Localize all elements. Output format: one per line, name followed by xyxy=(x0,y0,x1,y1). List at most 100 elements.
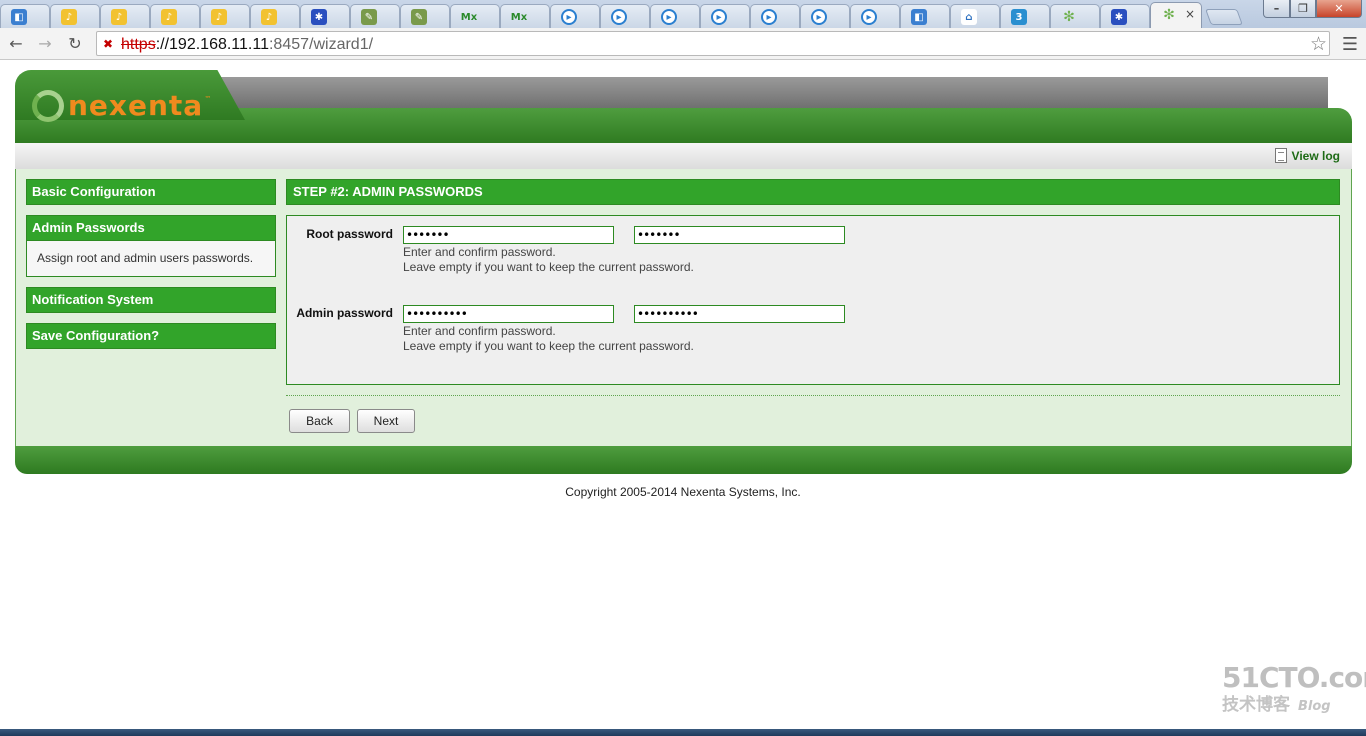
view-log-link[interactable]: View log xyxy=(1274,148,1340,163)
browser-tab[interactable]: ▸ xyxy=(650,4,700,28)
play-icon: ▸ xyxy=(561,9,577,25)
sidebar-item-label: Save Configuration? xyxy=(27,324,275,348)
browser-tab[interactable]: ◧ xyxy=(900,4,950,28)
sidebar-item-label: Admin Passwords xyxy=(27,216,275,240)
paw-icon: ✱ xyxy=(1111,9,1127,25)
sidebar-item-notification-system[interactable]: Notification System xyxy=(26,287,276,313)
root-password-hint-1: Enter and confirm password. xyxy=(403,245,556,259)
notepad-icon: ✎ xyxy=(361,9,377,25)
play-icon: ▸ xyxy=(861,9,877,25)
tabs: ◧ ♪ ♪ ♪ ♪ ♪ ✱ ✎ ✎ Mx Mx ▸ ▸ ▸ ▸ ▸ ▸ ▸ ◧ … xyxy=(0,2,1243,28)
logo-trademark: ™ xyxy=(204,94,212,103)
browser-tab[interactable]: ✱ xyxy=(1100,4,1150,28)
os-taskbar xyxy=(0,729,1366,736)
admin-password-label: Admin password xyxy=(296,306,393,320)
bell-icon: ♪ xyxy=(161,9,177,25)
insecure-lock-icon[interactable]: ✖ xyxy=(103,37,117,51)
bell-icon: ♪ xyxy=(111,9,127,25)
window-controls: – ❐ ✕ xyxy=(1263,0,1362,18)
finder-icon: ◧ xyxy=(911,9,927,25)
browser-tab[interactable]: ▸ xyxy=(750,4,800,28)
browser-tab[interactable]: ⌂ xyxy=(950,4,1000,28)
play-icon: ▸ xyxy=(661,9,677,25)
url-text[interactable]: https://192.168.11.11:8457/wizard1/ xyxy=(121,36,373,54)
browser-tab[interactable]: ♪ xyxy=(150,4,200,28)
browser-tab[interactable]: 3 xyxy=(1000,4,1050,28)
view-log-bar: View log xyxy=(15,143,1352,169)
browser-tab[interactable]: Mx xyxy=(500,4,550,28)
browser-tab[interactable]: ✎ xyxy=(350,4,400,28)
play-icon: ▸ xyxy=(611,9,627,25)
logo-text: nexenta xyxy=(68,89,204,122)
browser-tab[interactable]: ♪ xyxy=(100,4,150,28)
admin-password-hint-1: Enter and confirm password. xyxy=(403,324,556,338)
nexenta-logo-icon xyxy=(32,89,64,122)
admin-password-confirm-input[interactable] xyxy=(634,305,845,323)
root-password-label: Root password xyxy=(306,227,393,241)
root-password-input[interactable] xyxy=(403,226,614,244)
next-button[interactable]: Next xyxy=(357,409,415,433)
admin-password-hint-2: Leave empty if you want to keep the curr… xyxy=(403,339,694,353)
browser-tab[interactable]: ▸ xyxy=(550,4,600,28)
browser-tab[interactable]: ✻ xyxy=(1050,4,1100,28)
root-password-hint-2: Leave empty if you want to keep the curr… xyxy=(403,260,694,274)
browser-tab[interactable]: ♪ xyxy=(200,4,250,28)
mx-icon: Mx xyxy=(510,11,528,23)
back-button[interactable]: Back xyxy=(289,409,350,433)
sidebar-item-label: Basic Configuration xyxy=(27,180,275,204)
nexenta-icon: ✻ xyxy=(1163,7,1175,23)
new-tab-button[interactable] xyxy=(1205,9,1243,25)
browser-tab[interactable]: ▸ xyxy=(850,4,900,28)
bell-icon: ♪ xyxy=(211,9,227,25)
minimize-icon[interactable]: – xyxy=(1263,0,1290,18)
nexenta-logo: nexenta ™ xyxy=(32,89,211,122)
step-title: STEP #2: ADMIN PASSWORDS xyxy=(286,179,1340,205)
forward-arrow-icon[interactable]: → xyxy=(35,34,55,54)
play-icon: ▸ xyxy=(711,9,727,25)
admin-password-input[interactable] xyxy=(403,305,614,323)
sidebar-item-description: Assign root and admin users passwords. xyxy=(27,240,275,276)
footer-green-band xyxy=(15,446,1352,474)
home-icon: ⌂ xyxy=(961,9,977,25)
app-icon: 3 xyxy=(1011,9,1027,25)
bookmark-star-icon[interactable]: ☆ xyxy=(1310,33,1327,55)
browser-tab-active[interactable]: ✻ × xyxy=(1150,2,1202,28)
finder-icon: ◧ xyxy=(11,9,27,25)
browser-tab[interactable]: ▸ xyxy=(800,4,850,28)
reload-icon[interactable]: ↻ xyxy=(65,34,85,54)
play-icon: ▸ xyxy=(811,9,827,25)
copyright-text: Copyright 2005-2014 Nexenta Systems, Inc… xyxy=(565,485,801,499)
bell-icon: ♪ xyxy=(61,9,77,25)
browser-tab[interactable]: ✱ xyxy=(300,4,350,28)
sidebar-item-basic-configuration[interactable]: Basic Configuration xyxy=(26,179,276,205)
maximize-icon[interactable]: ❐ xyxy=(1290,0,1316,18)
browser-tab[interactable]: ▸ xyxy=(700,4,750,28)
close-icon[interactable]: ✕ xyxy=(1316,0,1362,18)
root-password-confirm-input[interactable] xyxy=(634,226,845,244)
bell-icon: ♪ xyxy=(261,9,277,25)
browser-tab[interactable]: ◧ xyxy=(0,4,50,28)
view-log-label: View log xyxy=(1291,148,1340,163)
header-dark-band xyxy=(200,77,1328,111)
browser-tab[interactable]: Mx xyxy=(450,4,500,28)
nexenta-icon: ✻ xyxy=(1063,9,1075,25)
browser-tab[interactable]: ♪ xyxy=(50,4,100,28)
close-tab-icon[interactable]: × xyxy=(1185,7,1195,21)
document-icon xyxy=(1274,148,1287,163)
play-icon: ▸ xyxy=(761,9,777,25)
address-bar[interactable]: ✖ https://192.168.11.11:8457/wizard1/ ☆ xyxy=(96,31,1330,56)
sidebar-item-save-configuration[interactable]: Save Configuration? xyxy=(26,323,276,349)
sidebar-item-label: Notification System xyxy=(27,288,275,312)
back-arrow-icon[interactable]: ← xyxy=(6,34,26,54)
browser-tab-strip: ◧ ♪ ♪ ♪ ♪ ♪ ✱ ✎ ✎ Mx Mx ▸ ▸ ▸ ▸ ▸ ▸ ▸ ◧ … xyxy=(0,0,1366,28)
paw-icon: ✱ xyxy=(311,9,327,25)
menu-icon[interactable]: ☰ xyxy=(1342,34,1358,55)
browser-tab[interactable]: ▸ xyxy=(600,4,650,28)
notepad-icon: ✎ xyxy=(411,9,427,25)
divider xyxy=(286,395,1340,396)
mx-icon: Mx xyxy=(460,11,478,23)
sidebar-item-admin-passwords[interactable]: Admin Passwords Assign root and admin us… xyxy=(26,215,276,277)
browser-toolbar: ← → ↻ ✖ https://192.168.11.11:8457/wizar… xyxy=(0,28,1366,60)
browser-tab[interactable]: ♪ xyxy=(250,4,300,28)
browser-tab[interactable]: ✎ xyxy=(400,4,450,28)
